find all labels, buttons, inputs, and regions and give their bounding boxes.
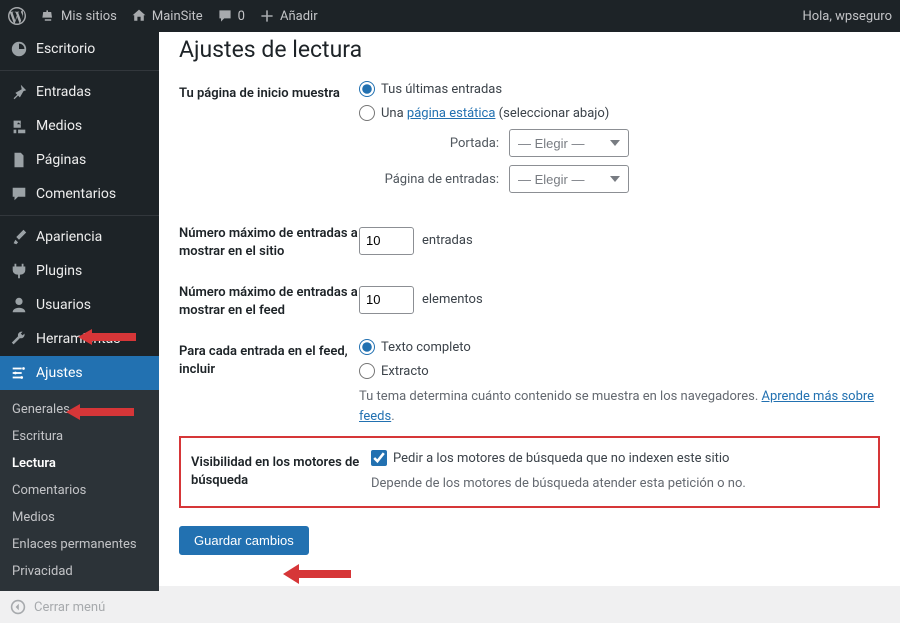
- save-button[interactable]: Guardar cambios: [179, 526, 309, 555]
- home-icon: [131, 8, 147, 24]
- front-page-select[interactable]: — Elegir —: [509, 129, 629, 157]
- page-icon: [10, 151, 28, 169]
- settings-icon: [10, 364, 28, 382]
- menu-tools[interactable]: Herramientas: [0, 322, 159, 356]
- menu-settings[interactable]: Ajustes: [0, 356, 159, 390]
- feed-description: Tu tema determina cuánto contenido se mu…: [359, 387, 880, 426]
- radio-excerpt-label: Extracto: [381, 364, 429, 379]
- posts-page-label: Página de entradas:: [379, 172, 499, 187]
- site-name[interactable]: MainSite: [131, 8, 203, 24]
- user-icon: [10, 296, 28, 314]
- pin-icon: [10, 83, 28, 101]
- greeting[interactable]: Hola, wpseguro: [802, 9, 892, 24]
- radio-static-label: Una página estática (seleccionar abajo): [381, 106, 609, 121]
- label-posts-per-page: Número máximo de entradas a mostrar en e…: [179, 221, 359, 260]
- input-posts-per-page[interactable]: [359, 227, 414, 255]
- visibility-description: Depende de los motores de búsqueda atend…: [371, 474, 868, 494]
- submenu-general[interactable]: Generales: [0, 396, 159, 423]
- radio-latest-posts[interactable]: [359, 81, 375, 97]
- wp-logo[interactable]: [8, 7, 26, 25]
- menu-comments[interactable]: Comentarios: [0, 177, 159, 211]
- admin-bar: Mis sitios MainSite 0 Añadir Hola, wpseg…: [0, 0, 900, 32]
- comments-count[interactable]: 0: [217, 8, 245, 24]
- collapse-icon: [10, 599, 26, 615]
- submenu-permalinks[interactable]: Enlaces permanentes: [0, 531, 159, 558]
- comment-icon: [10, 185, 28, 203]
- label-visibility: Visibilidad en los motores de búsqueda: [191, 450, 371, 494]
- posts-page-select[interactable]: — Elegir —: [509, 165, 629, 193]
- submenu-writing[interactable]: Escritura: [0, 423, 159, 450]
- checkbox-discourage-search[interactable]: [371, 450, 387, 466]
- label-homepage: Tu página de inicio muestra: [179, 81, 359, 201]
- page-title: Ajustes de lectura: [179, 36, 880, 63]
- submenu-media[interactable]: Medios: [0, 504, 159, 531]
- radio-full-label: Texto completo: [381, 340, 471, 355]
- static-page-link[interactable]: página estática: [407, 106, 496, 121]
- unit-elements: elementos: [422, 292, 483, 307]
- collapse-menu[interactable]: Cerrar menú: [0, 591, 159, 623]
- menu-posts[interactable]: Entradas: [0, 75, 159, 109]
- radio-full-text[interactable]: [359, 339, 375, 355]
- menu-media[interactable]: Medios: [0, 109, 159, 143]
- submenu-reading[interactable]: Lectura: [0, 450, 159, 477]
- my-sites[interactable]: Mis sitios: [40, 8, 117, 24]
- unit-entries: entradas: [422, 233, 473, 248]
- label-feed-content: Para cada entrada en el feed, incluir: [179, 339, 359, 426]
- menu-dashboard[interactable]: Escritorio: [0, 32, 159, 66]
- menu-pages[interactable]: Páginas: [0, 143, 159, 177]
- checkbox-label: Pedir a los motores de búsqueda que no i…: [393, 451, 729, 466]
- sites-icon: [40, 8, 56, 24]
- annotation-arrow: [283, 562, 353, 586]
- media-icon: [10, 117, 28, 135]
- radio-latest-label: Tus últimas entradas: [381, 82, 502, 97]
- front-page-label: Portada:: [379, 136, 499, 151]
- plugin-icon: [10, 262, 28, 280]
- submenu-discussion[interactable]: Comentarios: [0, 477, 159, 504]
- visibility-highlight: Visibilidad en los motores de búsqueda P…: [179, 436, 880, 508]
- label-posts-per-feed: Número máximo de entradas a mostrar en e…: [179, 280, 359, 319]
- settings-submenu: Generales Escritura Lectura Comentarios …: [0, 390, 159, 591]
- comment-icon: [217, 8, 233, 24]
- plus-icon: [259, 8, 275, 24]
- dashboard-icon: [10, 40, 28, 58]
- input-posts-per-feed[interactable]: [359, 286, 414, 314]
- brush-icon: [10, 228, 28, 246]
- menu-appearance[interactable]: Apariencia: [0, 220, 159, 254]
- add-new[interactable]: Añadir: [259, 8, 318, 24]
- radio-excerpt[interactable]: [359, 363, 375, 379]
- wrench-icon: [10, 330, 28, 348]
- admin-sidebar: Escritorio Entradas Medios Páginas Comen…: [0, 32, 159, 586]
- wordpress-icon: [8, 7, 26, 25]
- content-area: Ajustes de lectura Tu página de inicio m…: [159, 32, 900, 586]
- radio-static-page[interactable]: [359, 105, 375, 121]
- submenu-privacy[interactable]: Privacidad: [0, 558, 159, 585]
- menu-plugins[interactable]: Plugins: [0, 254, 159, 288]
- menu-users[interactable]: Usuarios: [0, 288, 159, 322]
